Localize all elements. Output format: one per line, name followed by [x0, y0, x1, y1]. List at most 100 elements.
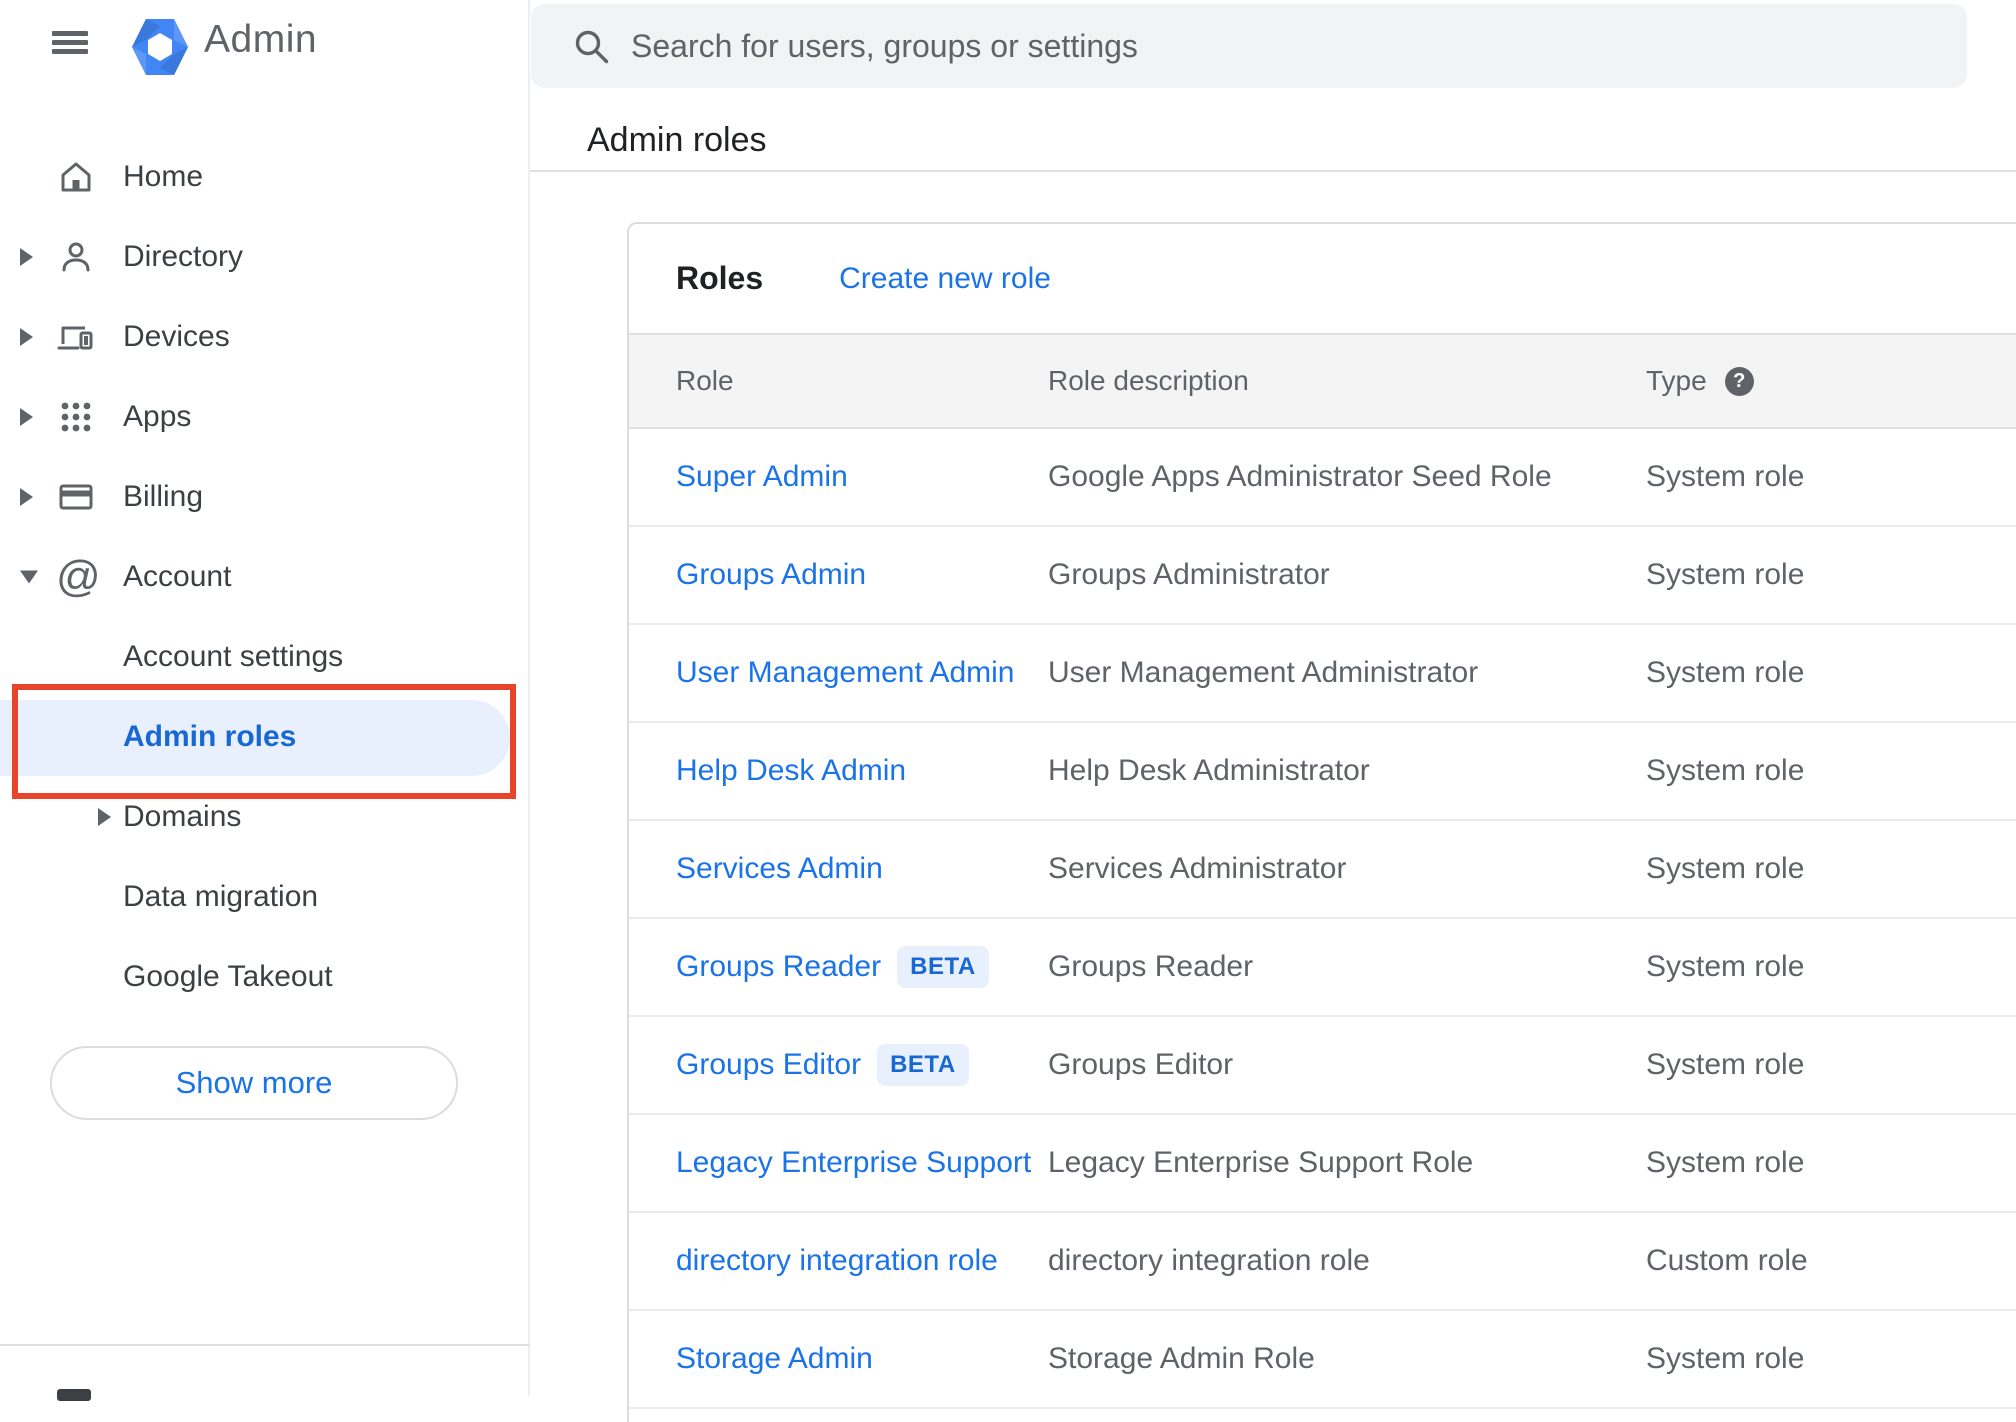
- search-icon: [575, 30, 609, 64]
- table-row: Help Desk Admin Help Desk Administrator …: [629, 723, 2016, 821]
- role-cell: Groups Admin: [676, 558, 866, 592]
- role-link[interactable]: User Management Admin: [676, 656, 1015, 690]
- column-header-type: Type ?: [1646, 365, 1754, 397]
- table-header-row: Role Role description Type ?: [629, 333, 2016, 429]
- sidebar-item-label: Home: [123, 160, 204, 193]
- roles-panel-header: Roles Create new role: [629, 224, 2016, 333]
- app-title: Admin: [204, 18, 318, 61]
- role-description-cell: Legacy Enterprise Support Role: [1048, 1146, 1474, 1179]
- sidebar-item-label: Apps: [123, 400, 192, 433]
- role-description-cell: Help Desk Administrator: [1048, 754, 1370, 787]
- apps-icon: [56, 397, 96, 437]
- expand-arrow-icon[interactable]: [20, 328, 33, 346]
- sidebar-item-devices[interactable]: Devices: [0, 297, 530, 377]
- table-row: Storage Admin Storage Admin Role System …: [629, 1311, 2016, 1409]
- sidebar-item-label: Data migration: [123, 880, 319, 913]
- role-link[interactable]: Groups Editor: [676, 1048, 861, 1082]
- role-cell: Groups Reader BETA: [676, 946, 989, 988]
- sidebar-item-home[interactable]: Home: [0, 137, 530, 217]
- sidebar-bottom-divider: [0, 1344, 530, 1346]
- table-row: Services Admin Services Administrator Sy…: [629, 821, 2016, 919]
- sidebar-item-label: Admin roles: [123, 720, 297, 753]
- sidebar-item-google-takeout[interactable]: Google Takeout: [0, 937, 530, 1017]
- role-type-cell: System role: [1646, 852, 1805, 885]
- role-cell: directory integration role: [676, 1244, 998, 1278]
- sidebar-item-label: Devices: [123, 320, 230, 353]
- home-icon: [56, 157, 96, 197]
- beta-badge: BETA: [897, 946, 989, 988]
- table-row: Groups Admin Groups Administrator System…: [629, 527, 2016, 625]
- role-cell: User Management Admin: [676, 656, 1015, 690]
- google-admin-logo-icon: [130, 17, 190, 77]
- sidebar-item-label: Directory: [123, 240, 244, 273]
- clipped-bottom-icon: [57, 1389, 91, 1401]
- sidebar-item-billing[interactable]: Billing: [0, 457, 530, 537]
- hamburger-menu-icon[interactable]: [52, 31, 88, 55]
- roles-panel: Roles Create new role Role Role descript…: [627, 222, 2016, 1422]
- card-icon: [56, 477, 96, 517]
- role-type-cell: System role: [1646, 656, 1805, 689]
- role-type-cell: Custom role: [1646, 1244, 1808, 1277]
- role-link[interactable]: Groups Admin: [676, 558, 866, 592]
- role-description-cell: Storage Admin Role: [1048, 1342, 1315, 1375]
- sidebar-item-domains[interactable]: Domains: [0, 777, 530, 857]
- sidebar-nav: Home Directory Devices Apps Billing @ Ac…: [0, 137, 530, 1017]
- role-description-cell: Groups Reader: [1048, 950, 1254, 983]
- sidebar-item-account[interactable]: @ Account: [0, 537, 530, 617]
- sidebar-item-account-settings[interactable]: Account settings: [0, 617, 530, 697]
- role-link[interactable]: directory integration role: [676, 1244, 998, 1278]
- show-more-button[interactable]: Show more: [50, 1046, 458, 1120]
- panel-title: Roles: [676, 260, 764, 296]
- role-link[interactable]: Groups Reader: [676, 950, 881, 984]
- sidebar: Admin Home Directory Devices Apps Billin…: [0, 0, 530, 1401]
- column-header-role: Role: [676, 365, 734, 396]
- role-description-cell: Groups Editor: [1048, 1048, 1234, 1081]
- column-header-type-label: Type: [1646, 365, 1707, 396]
- role-type-cell: System role: [1646, 558, 1805, 591]
- help-icon[interactable]: ?: [1724, 366, 1754, 396]
- sidebar-item-label: Account settings: [123, 640, 344, 673]
- role-type-cell: System role: [1646, 1048, 1805, 1081]
- expand-arrow-icon[interactable]: [20, 488, 33, 506]
- role-link[interactable]: Help Desk Admin: [676, 754, 906, 788]
- role-link[interactable]: Legacy Enterprise Support: [676, 1146, 1031, 1180]
- expand-arrow-icon[interactable]: [98, 808, 111, 826]
- collapse-arrow-icon[interactable]: [20, 570, 38, 584]
- table-row: Legacy Enterprise Support Legacy Enterpr…: [629, 1115, 2016, 1213]
- beta-badge: BETA: [877, 1044, 969, 1086]
- breadcrumb-divider: [530, 170, 2016, 172]
- role-link[interactable]: Storage Admin: [676, 1342, 873, 1376]
- role-cell: Help Desk Admin: [676, 754, 906, 788]
- role-type-cell: System role: [1646, 1146, 1805, 1179]
- sidebar-item-apps[interactable]: Apps: [0, 377, 530, 457]
- role-description-cell: Services Administrator: [1048, 852, 1347, 885]
- table-row: directory integration role directory int…: [629, 1213, 2016, 1311]
- role-type-cell: System role: [1646, 1342, 1805, 1375]
- search-bar[interactable]: [531, 4, 1967, 88]
- role-cell: Services Admin: [676, 852, 883, 886]
- breadcrumb: Admin roles: [587, 121, 767, 159]
- role-link[interactable]: Super Admin: [676, 460, 848, 494]
- table-row: User Management Admin User Management Ad…: [629, 625, 2016, 723]
- role-cell: Legacy Enterprise Support: [676, 1146, 1031, 1180]
- column-header-description: Role description: [1048, 365, 1249, 396]
- expand-arrow-icon[interactable]: [20, 408, 33, 426]
- search-input[interactable]: [631, 16, 1967, 76]
- role-description-cell: User Management Administrator: [1048, 656, 1479, 689]
- sidebar-item-data-migration[interactable]: Data migration: [0, 857, 530, 937]
- brand-area: Admin: [0, 0, 530, 92]
- sidebar-item-directory[interactable]: Directory: [0, 217, 530, 297]
- expand-arrow-icon[interactable]: [20, 248, 33, 266]
- role-description-cell: Groups Administrator: [1048, 558, 1330, 591]
- table-row: Super Admin Google Apps Administrator Se…: [629, 429, 2016, 527]
- sidebar-item-label: Billing: [123, 480, 204, 513]
- sidebar-item-label: Domains: [123, 800, 242, 833]
- person-icon: [56, 237, 96, 277]
- sidebar-item-admin-roles[interactable]: Admin roles: [0, 697, 530, 777]
- role-cell: Storage Admin: [676, 1342, 873, 1376]
- sidebar-item-label: Account: [123, 560, 232, 593]
- role-link[interactable]: Services Admin: [676, 852, 883, 886]
- role-type-cell: System role: [1646, 950, 1805, 983]
- role-description-cell: directory integration role: [1048, 1244, 1370, 1277]
- create-new-role-link[interactable]: Create new role: [839, 262, 1051, 296]
